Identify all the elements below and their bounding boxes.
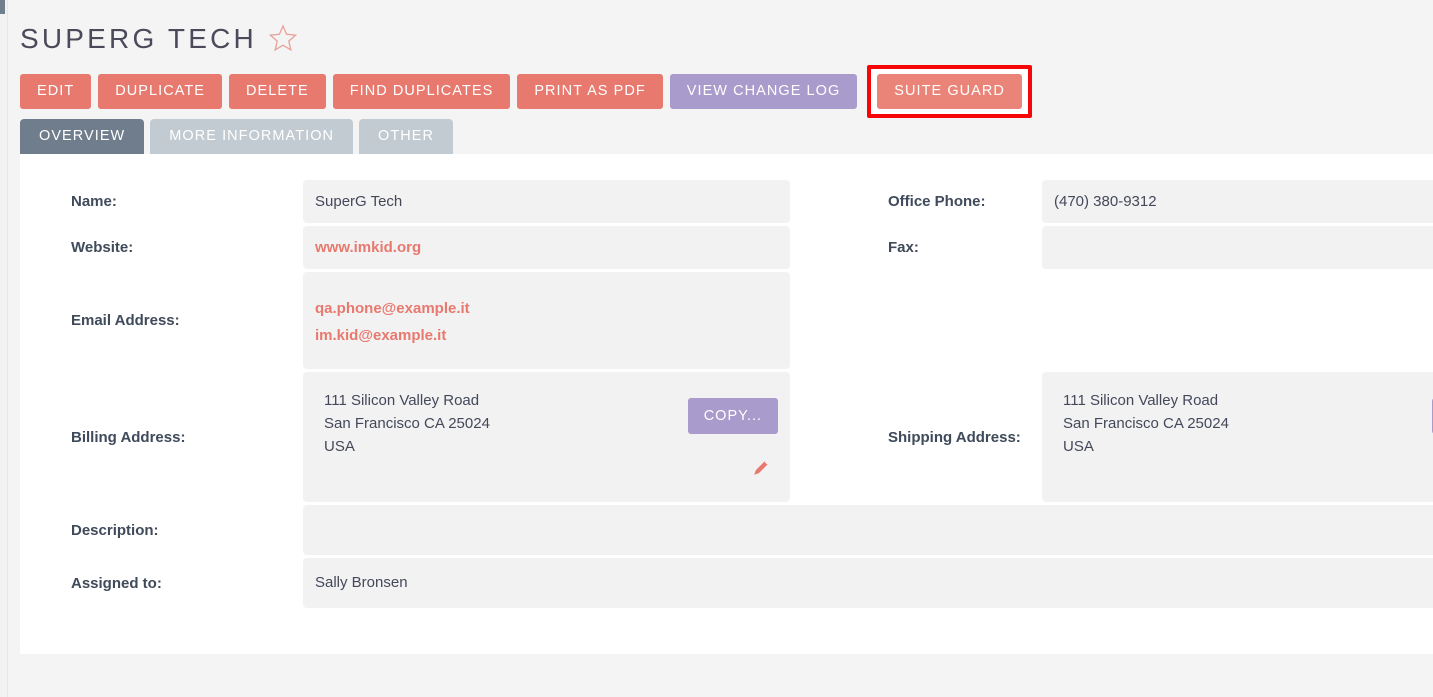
collapsed-sidebar-handle[interactable] [0,0,5,14]
shipping-address-lines: 111 Silicon Valley Road San Francisco CA… [1063,389,1432,458]
email-link[interactable]: qa.phone@example.it [315,295,778,322]
field-assigned-to[interactable]: Sally Bronsen [303,558,1433,608]
email-link[interactable]: im.kid@example.it [315,322,778,349]
suite-guard-button[interactable]: Suite Guard [877,73,1022,109]
field-name[interactable]: SuperG Tech [303,180,790,223]
delete-button[interactable]: Delete [229,73,326,109]
page-body: SuperG Tech Edit Duplicate Delete Find D… [9,0,1433,697]
label-office-phone: Office Phone: [837,180,1042,223]
field-name-value: SuperG Tech [315,192,403,210]
field-office-phone-value: (470) 380-9312 [1054,192,1157,210]
duplicate-button[interactable]: Duplicate [98,73,222,109]
action-button-bar: Edit Duplicate Delete Find Duplicates Pr… [20,64,1433,118]
pencil-icon[interactable] [751,458,771,478]
record-title-row: SuperG Tech [20,18,1433,64]
tab-other[interactable]: Other [359,119,454,154]
copy-billing-address-button[interactable]: Copy... [687,398,778,434]
shipping-address-line: San Francisco CA 25024 [1063,415,1229,432]
website-link[interactable]: www.imkid.org [315,234,778,261]
billing-address-line: USA [324,438,355,455]
field-assigned-to-value: Sally Bronsen [315,574,408,591]
field-fax[interactable] [1042,226,1433,269]
field-description[interactable] [303,505,1433,555]
left-gutter [0,0,8,697]
label-name: Name: [20,180,303,223]
overview-detail-panel: Name: SuperG Tech Office Phone: (470) 38… [20,154,1433,654]
label-email-address: Email Address: [20,272,303,369]
page-title: SuperG Tech [20,23,257,54]
field-empty [1042,272,1433,369]
label-fax: Fax: [837,226,1042,269]
shipping-address-line: USA [1063,438,1094,455]
column-gap [790,226,837,269]
star-outline-icon[interactable] [268,24,298,58]
shipping-address-line: 111 Silicon Valley Road [1063,392,1219,409]
field-grid: Name: SuperG Tech Office Phone: (470) 38… [20,180,1433,611]
edit-button[interactable]: Edit [20,73,92,109]
label-billing-address: Billing Address: [20,372,303,502]
find-duplicates-button[interactable]: Find Duplicates [332,73,511,109]
field-shipping-address[interactable]: 111 Silicon Valley Road San Francisco CA… [1042,372,1433,502]
billing-address-lines: 111 Silicon Valley Road San Francisco CA… [324,389,688,458]
column-gap [790,180,837,223]
field-website[interactable]: www.imkid.org [303,226,790,269]
view-change-log-button[interactable]: View Change Log [669,73,858,109]
email-list: qa.phone@example.it im.kid@example.it [315,293,778,349]
record-header: SuperG Tech Edit Duplicate Delete Find D… [9,0,1433,118]
detail-tab-bar: Overview More Information Other [9,119,1433,154]
column-gap [790,272,837,369]
label-empty [837,272,1042,369]
billing-address-line: San Francisco CA 25024 [324,415,490,432]
billing-address-line: 111 Silicon Valley Road [324,392,480,409]
field-email-address[interactable]: qa.phone@example.it im.kid@example.it [303,272,790,369]
tab-more-information[interactable]: More Information [150,119,354,154]
account-detail-page: SuperG Tech Edit Duplicate Delete Find D… [0,0,1433,697]
field-billing-address[interactable]: 111 Silicon Valley Road San Francisco CA… [303,372,790,502]
label-shipping-address: Shipping Address: [837,372,1042,502]
tab-overview[interactable]: Overview [20,119,145,154]
field-office-phone[interactable]: (470) 380-9312 [1042,180,1433,223]
label-assigned-to: Assigned to: [20,558,303,608]
column-gap [790,372,837,502]
label-website: Website: [20,226,303,269]
print-as-pdf-button[interactable]: Print as PDF [517,73,663,109]
label-description: Description: [20,505,303,555]
suite-guard-highlight-annotation: Suite Guard [867,64,1032,118]
